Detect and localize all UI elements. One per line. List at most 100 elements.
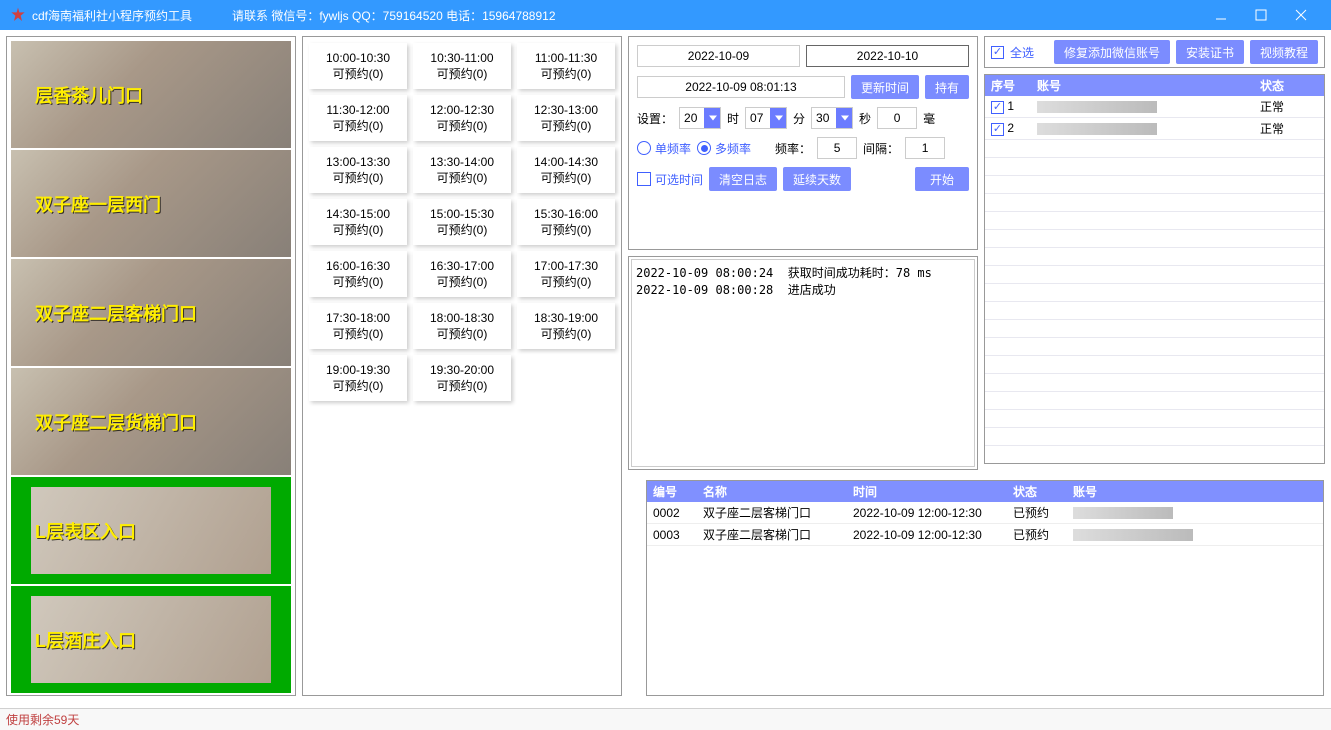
row-checkbox[interactable] [991, 101, 1004, 114]
slot-status: 可预约(0) [437, 325, 488, 342]
single-freq-radio[interactable]: 单频率 [637, 140, 691, 157]
slot-time: 15:00-15:30 [430, 207, 494, 221]
minimize-button[interactable] [1201, 0, 1241, 30]
timeslot-16[interactable]: 18:00-18:30可预约(0) [413, 303, 511, 349]
slot-time: 10:30-11:00 [430, 51, 493, 65]
hour-select[interactable]: 20 [679, 107, 721, 129]
location-item-5[interactable]: L层酒庄入口 [11, 586, 291, 693]
multi-freq-radio[interactable]: 多频率 [697, 140, 751, 157]
location-item-3[interactable]: 双子座二层货梯门口 [11, 368, 291, 475]
slot-time: 18:00-18:30 [430, 311, 494, 325]
acct-col-idx: 序号 [985, 75, 1031, 96]
timeslot-4[interactable]: 12:00-12:30可预约(0) [413, 95, 511, 141]
location-item-4[interactable]: L层表区入口 [11, 477, 291, 584]
timeslot-5[interactable]: 12:30-13:00可预约(0) [517, 95, 615, 141]
appointment-row[interactable]: 0002双子座二层客梯门口2022-10-09 12:00-12:30已预约 [647, 502, 1323, 524]
timeslot-11[interactable]: 15:30-16:00可预约(0) [517, 199, 615, 245]
location-image [11, 586, 291, 693]
log-panel: 2022-10-09 08:00:24 获取时间成功耗时：78 ms 2022-… [628, 256, 978, 470]
app-icon [10, 7, 26, 23]
slot-time: 19:00-19:30 [326, 363, 390, 377]
slot-time: 13:30-14:00 [430, 155, 494, 169]
row-checkbox[interactable] [991, 123, 1004, 136]
slot-status: 可预约(0) [437, 169, 488, 186]
timeslot-1[interactable]: 10:30-11:00可预约(0) [413, 43, 511, 89]
slot-status: 可预约(0) [541, 221, 592, 238]
slot-time: 13:00-13:30 [326, 155, 390, 169]
timeslot-6[interactable]: 13:00-13:30可预约(0) [309, 147, 407, 193]
timeslot-18[interactable]: 19:00-19:30可预约(0) [309, 355, 407, 401]
slot-time: 14:30-15:00 [326, 207, 390, 221]
appointments-panel: 编号 名称 时间 状态 账号 0002双子座二层客梯门口2022-10-09 1… [646, 480, 1324, 696]
timeslot-19[interactable]: 19:30-20:00可预约(0) [413, 355, 511, 401]
slot-time: 10:00-10:30 [326, 51, 390, 65]
appt-col-id: 编号 [647, 481, 697, 502]
slot-time: 17:30-18:00 [326, 311, 390, 325]
location-image [11, 41, 291, 148]
delay-days-button[interactable]: 延续天数 [783, 167, 851, 191]
acct-col-status: 状态 [1254, 75, 1324, 96]
install-cert-button[interactable]: 安装证书 [1176, 40, 1244, 64]
ms-input[interactable] [877, 107, 917, 129]
slot-status: 可预约(0) [437, 273, 488, 290]
slot-status: 可预约(0) [437, 65, 488, 82]
timeslot-3[interactable]: 11:30-12:00可预约(0) [309, 95, 407, 141]
location-image [11, 259, 291, 366]
slot-status: 可预约(0) [541, 65, 592, 82]
control-panel: 2022-10-09 2022-10-10 2022-10-09 08:01:1… [628, 36, 978, 250]
maximize-button[interactable] [1241, 0, 1281, 30]
slot-time: 11:30-12:00 [326, 103, 389, 117]
set-label: 设置： [637, 110, 673, 127]
fix-wechat-button[interactable]: 修复添加微信账号 [1054, 40, 1170, 64]
timeslot-17[interactable]: 18:30-19:00可预约(0) [517, 303, 615, 349]
appt-col-time: 时间 [847, 481, 1007, 502]
second-select[interactable]: 30 [811, 107, 853, 129]
select-all-label: 全选 [1010, 44, 1034, 61]
date2-field[interactable]: 2022-10-10 [806, 45, 969, 67]
timeslots-panel: 10:00-10:30可预约(0)10:30-11:00可预约(0)11:00-… [302, 36, 622, 696]
timeslot-0[interactable]: 10:00-10:30可预约(0) [309, 43, 407, 89]
optional-time-checkbox[interactable]: 可选时间 [637, 171, 703, 188]
account-toolbar: 全选 修复添加微信账号 安装证书 视频教程 [984, 36, 1325, 68]
slot-status: 可预约(0) [437, 377, 488, 394]
appointment-row[interactable]: 0003双子座二层客梯门口2022-10-09 12:00-12:30已预约 [647, 524, 1323, 546]
account-row[interactable]: 2正常 [985, 118, 1324, 140]
timeslot-9[interactable]: 14:30-15:00可预约(0) [309, 199, 407, 245]
location-item-2[interactable]: 双子座二层客梯门口 [11, 259, 291, 366]
slot-status: 可预约(0) [333, 273, 384, 290]
timeslot-7[interactable]: 13:30-14:00可预约(0) [413, 147, 511, 193]
slot-time: 12:30-13:00 [534, 103, 598, 117]
titlebar: cdf海南福利社小程序预约工具 请联系 微信号：fywljs QQ：759164… [0, 0, 1331, 30]
slot-time: 15:30-16:00 [534, 207, 598, 221]
interval-input[interactable] [905, 137, 945, 159]
minute-select[interactable]: 07 [745, 107, 787, 129]
hold-button[interactable]: 持有 [925, 75, 969, 99]
appt-col-acct: 账号 [1067, 481, 1323, 502]
appt-col-status: 状态 [1007, 481, 1067, 502]
location-item-1[interactable]: 双子座一层西门 [11, 150, 291, 257]
video-tutorial-button[interactable]: 视频教程 [1250, 40, 1318, 64]
timeslot-12[interactable]: 16:00-16:30可预约(0) [309, 251, 407, 297]
timeslot-10[interactable]: 15:00-15:30可预约(0) [413, 199, 511, 245]
select-all-checkbox[interactable] [991, 46, 1004, 59]
start-button[interactable]: 开始 [915, 167, 969, 191]
update-time-button[interactable]: 更新时间 [851, 75, 919, 99]
timeslot-8[interactable]: 14:00-14:30可预约(0) [517, 147, 615, 193]
app-title: cdf海南福利社小程序预约工具 [32, 7, 192, 24]
close-button[interactable] [1281, 0, 1321, 30]
date1-field[interactable]: 2022-10-09 [637, 45, 800, 67]
timeslot-13[interactable]: 16:30-17:00可预约(0) [413, 251, 511, 297]
contact-info: 请联系 微信号：fywljs QQ：759164520 电话：159647889… [232, 7, 555, 24]
freq-input[interactable] [817, 137, 857, 159]
timeslot-2[interactable]: 11:00-11:30可预约(0) [517, 43, 615, 89]
log-textarea[interactable]: 2022-10-09 08:00:24 获取时间成功耗时：78 ms 2022-… [631, 259, 975, 467]
statusbar: 使用剩余59天 [0, 708, 1331, 730]
location-item-0[interactable]: 层香茶儿门口 [11, 41, 291, 148]
slot-status: 可预约(0) [541, 325, 592, 342]
timeslot-15[interactable]: 17:30-18:00可预约(0) [309, 303, 407, 349]
timeslot-14[interactable]: 17:00-17:30可预约(0) [517, 251, 615, 297]
account-row[interactable]: 1正常 [985, 96, 1324, 118]
location-image [11, 477, 291, 584]
slot-status: 可预约(0) [541, 117, 592, 134]
clear-log-button[interactable]: 清空日志 [709, 167, 777, 191]
